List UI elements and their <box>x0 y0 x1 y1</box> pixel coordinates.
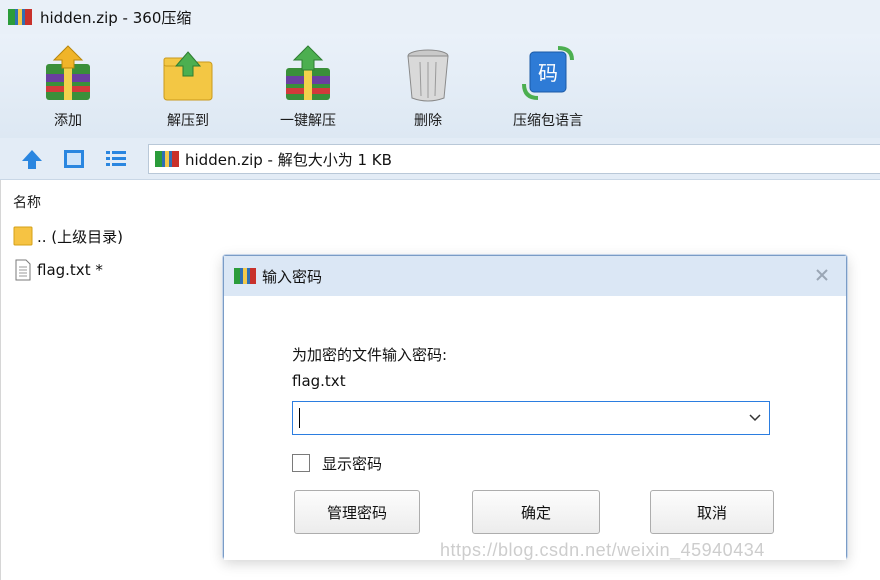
password-input[interactable] <box>293 402 741 434</box>
zip-archive-icon <box>234 268 256 284</box>
main-toolbar: 添加 解压到 一键解压 删除 码 压缩包语言 <box>0 34 880 138</box>
large-icon-view-icon[interactable] <box>62 147 86 171</box>
one-click-extract-label: 一键解压 <box>280 113 336 129</box>
delete-button[interactable]: 删除 <box>380 44 476 130</box>
list-item-flag-txt[interactable]: flag.txt * <box>13 258 103 282</box>
folder-icon <box>13 226 33 246</box>
up-arrow-icon[interactable] <box>20 147 44 171</box>
address-bar: hidden.zip - 解包大小为 1 KB <box>0 138 880 180</box>
trash-bin-icon <box>407 49 449 102</box>
dialog-body: 为加密的文件输入密码: flag.txt 显示密码 管理密码 确定 取消 <box>224 296 846 560</box>
list-view-icon[interactable] <box>104 147 128 171</box>
path-field[interactable]: hidden.zip - 解包大小为 1 KB <box>148 144 880 174</box>
archive-language-button[interactable]: 码 压缩包语言 <box>500 44 596 130</box>
password-combobox[interactable] <box>292 401 770 435</box>
show-password-checkbox[interactable]: 显示密码 <box>292 452 382 474</box>
list-item-label: flag.txt * <box>37 261 103 279</box>
title-bar: hidden.zip - 360压缩 <box>0 0 880 34</box>
chevron-down-icon <box>749 414 761 422</box>
watermark-text: https://blog.csdn.net/weixin_45940434 <box>440 540 765 560</box>
text-caret <box>299 408 300 428</box>
cancel-button[interactable]: 取消 <box>650 490 774 534</box>
column-header-name[interactable]: 名称 <box>13 192 41 212</box>
text-file-icon <box>15 259 31 281</box>
close-icon[interactable] <box>812 265 832 285</box>
list-item-parent-dir[interactable]: .. (上级目录) <box>13 224 123 248</box>
password-prompt: 为加密的文件输入密码: <box>292 346 448 364</box>
archive-language-icon: 码 <box>522 46 574 100</box>
one-click-extract-button[interactable]: 一键解压 <box>260 44 356 130</box>
delete-label: 删除 <box>414 113 442 129</box>
archive-language-label: 压缩包语言 <box>513 113 583 129</box>
add-button[interactable]: 添加 <box>20 44 116 130</box>
list-item-label: .. (上级目录) <box>37 227 124 246</box>
extract-to-label: 解压到 <box>167 113 209 129</box>
window-title: hidden.zip - 360压缩 <box>40 8 192 27</box>
svg-text:码: 码 <box>538 61 558 85</box>
show-password-label: 显示密码 <box>322 454 383 473</box>
dialog-title: 输入密码 <box>262 267 323 286</box>
path-text: hidden.zip - 解包大小为 1 KB <box>185 150 392 169</box>
add-archive-icon <box>46 45 90 100</box>
extract-to-button[interactable]: 解压到 <box>140 44 236 130</box>
extract-to-icon <box>163 51 213 101</box>
password-dialog: 输入密码 为加密的文件输入密码: flag.txt 显示密码 管理密码 确定 取… <box>223 255 847 560</box>
ok-button[interactable]: 确定 <box>472 490 600 534</box>
zip-archive-icon <box>155 151 179 167</box>
manage-password-button[interactable]: 管理密码 <box>294 490 420 534</box>
encrypted-filename: flag.txt <box>292 372 346 390</box>
dialog-title-bar: 输入密码 <box>224 256 846 296</box>
checkbox-box[interactable] <box>292 454 310 472</box>
one-click-extract-icon <box>286 45 330 100</box>
archive-app-window: hidden.zip - 360压缩 添加 解压到 一键解压 删除 码 压缩包语… <box>0 0 880 580</box>
zip-archive-icon <box>8 9 32 25</box>
dropdown-arrow[interactable] <box>741 402 769 434</box>
add-label: 添加 <box>54 113 82 129</box>
